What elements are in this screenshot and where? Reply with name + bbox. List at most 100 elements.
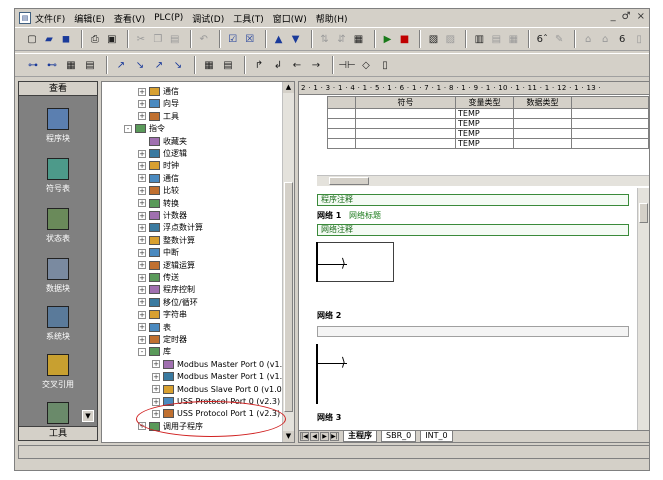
compile-icon[interactable]: ☑	[226, 31, 240, 47]
box-icon[interactable]: ↘	[170, 57, 186, 73]
table-row[interactable]: TEMP	[327, 128, 649, 139]
open-icon[interactable]: ▰	[42, 31, 56, 47]
editor-vertical-scrollbar[interactable]	[637, 188, 649, 433]
ladder-view-icon[interactable]: ▦	[63, 57, 79, 73]
expand-icon[interactable]: +	[152, 372, 160, 381]
coil-out-icon[interactable]: ◇	[358, 57, 374, 73]
contact-icon[interactable]: ↘	[132, 57, 148, 73]
tree-item[interactable]: + Modbus Master Port 0 (v1.2)	[152, 359, 290, 370]
read-icon[interactable]: ▦	[506, 31, 520, 47]
tree-vertical-scrollbar[interactable]: ▲ ▼	[282, 82, 294, 442]
nav-item-status-chart[interactable]: 状态表	[19, 208, 97, 244]
fbd-view-icon[interactable]: ▤	[82, 57, 98, 73]
undo-icon[interactable]: ↶	[197, 31, 211, 47]
tree-item[interactable]: + 传送	[138, 272, 179, 283]
expand-icon[interactable]: +	[138, 335, 146, 344]
upload-icon[interactable]: ▲	[272, 31, 286, 47]
print-preview-icon[interactable]: ▣	[105, 31, 119, 47]
edit-icon[interactable]: ✎	[552, 31, 566, 47]
expand-icon[interactable]: +	[138, 310, 146, 319]
tree-item[interactable]: + 通信	[138, 86, 179, 97]
expand-icon[interactable]: +	[138, 236, 146, 245]
tree-item[interactable]: + 移位/循环	[138, 297, 198, 308]
network-comment[interactable]: 网络注释	[317, 224, 629, 236]
expand-icon[interactable]: +	[138, 149, 146, 158]
expand-icon[interactable]: +	[138, 261, 146, 270]
tree-item[interactable]: + Modbus Slave Port 0 (v1.0)	[152, 384, 285, 395]
more-icon[interactable]: ▯	[632, 31, 646, 47]
restore-icon[interactable]: ♂	[622, 11, 631, 22]
tab-first-icon[interactable]: |◀	[300, 432, 309, 441]
expand-icon[interactable]: +	[138, 323, 146, 332]
branch-right-icon[interactable]: ↲	[270, 57, 286, 73]
expand-icon[interactable]: +	[138, 174, 146, 183]
key-icon[interactable]: 6	[615, 31, 629, 47]
expand-icon[interactable]: +	[138, 112, 146, 121]
nav-item-program-block[interactable]: 程序块	[19, 108, 97, 144]
expand-icon[interactable]: +	[138, 223, 146, 232]
tree-item[interactable]: + 定时器	[138, 334, 187, 345]
tree-item[interactable]: + 浮点数计算	[138, 222, 203, 233]
tree-item[interactable]: + Modbus Master Port 1 (v1.2)	[152, 371, 290, 382]
expand-icon[interactable]: +	[152, 397, 160, 406]
contact-no-icon[interactable]: ⊣⊢	[338, 57, 355, 73]
lock-icon[interactable]: ⌂	[581, 31, 595, 47]
tree-item[interactable]: - 指令	[124, 123, 165, 134]
tree-item[interactable]: + 转换	[138, 198, 179, 209]
sort-desc-icon[interactable]: ⇵	[335, 31, 349, 47]
line-up-icon[interactable]: ←	[289, 57, 305, 73]
menu-file[interactable]: 文件(F)	[35, 12, 65, 25]
collapse-icon[interactable]: -	[124, 124, 132, 133]
expand-icon[interactable]: +	[138, 298, 146, 307]
expand-icon[interactable]: +	[138, 199, 146, 208]
tree-item[interactable]: 收藏夹	[138, 136, 187, 147]
menu-debug[interactable]: 调试(D)	[192, 12, 224, 25]
table-horizontal-scrollbar[interactable]	[317, 175, 649, 186]
cut-icon[interactable]: ✂	[134, 31, 148, 47]
network-1-rung[interactable]	[317, 242, 394, 282]
status-chart-icon[interactable]: ▧	[426, 31, 440, 47]
collapse-icon[interactable]: -	[138, 347, 146, 356]
tree-item[interactable]: + 位逻辑	[138, 148, 187, 159]
menu-edit[interactable]: 编辑(E)	[74, 12, 105, 25]
tree-item[interactable]: + 时钟	[138, 160, 179, 171]
expand-icon[interactable]: +	[152, 385, 160, 394]
nav-footer[interactable]: 工具	[19, 426, 97, 440]
table-icon[interactable]: ▤	[220, 57, 236, 73]
expand-icon[interactable]: +	[138, 99, 146, 108]
menu-view[interactable]: 查看(V)	[114, 12, 145, 25]
tree-item[interactable]: + 整数计算	[138, 235, 195, 246]
tab-sbr-0[interactable]: SBR_0	[381, 431, 417, 442]
stop-icon[interactable]: ■	[397, 31, 411, 47]
tree-item[interactable]: + 字符串	[138, 309, 187, 320]
nav-scroll-down-icon[interactable]: ▼	[82, 410, 94, 422]
insert-icon[interactable]: 6ˆ	[535, 31, 549, 47]
tab-last-icon[interactable]: ▶|	[330, 432, 339, 441]
expand-icon[interactable]: +	[138, 285, 146, 294]
scrollbar-thumb[interactable]	[329, 177, 369, 185]
paste-icon[interactable]: ▤	[168, 31, 182, 47]
tree-item[interactable]: + 逻辑运算	[138, 260, 195, 271]
menu-help[interactable]: 帮助(H)	[316, 12, 348, 25]
tree-item[interactable]: + 向导	[138, 98, 179, 109]
network-delete-icon[interactable]: ⊷	[44, 57, 60, 73]
table-row[interactable]: TEMP	[327, 118, 649, 129]
program-comment[interactable]: 程序注释	[317, 194, 629, 206]
tab-prev-icon[interactable]: ◀	[310, 432, 319, 441]
download-icon[interactable]: ▼	[289, 31, 303, 47]
network-insert-icon[interactable]: ⊶	[25, 57, 41, 73]
tree-item[interactable]: + 通信	[138, 173, 179, 184]
symbol-icon[interactable]: ↗	[113, 57, 129, 73]
coil-icon[interactable]: ↗	[151, 57, 167, 73]
branch-left-icon[interactable]: ↱	[251, 57, 267, 73]
scroll-down-icon[interactable]: ▼	[283, 431, 294, 442]
expand-icon[interactable]: +	[138, 211, 146, 220]
tree-item[interactable]: + 表	[138, 322, 171, 333]
tree-item[interactable]: -库	[138, 346, 171, 357]
force-icon[interactable]: ▥	[472, 31, 486, 47]
print-icon[interactable]: ⎙	[88, 31, 102, 47]
line-down-icon[interactable]: →	[308, 57, 324, 73]
scrollbar-thumb[interactable]	[284, 182, 293, 412]
tab-main[interactable]: 主程序	[343, 431, 377, 442]
line-icon[interactable]: ▦	[201, 57, 217, 73]
